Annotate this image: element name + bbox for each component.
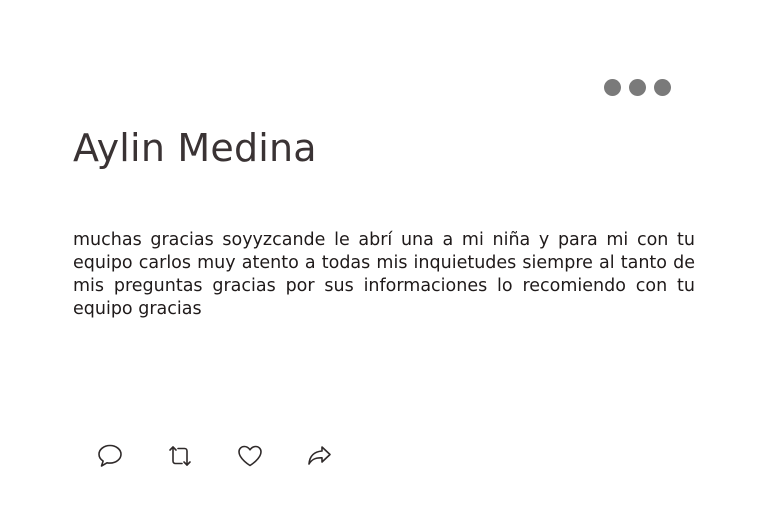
- heart-icon: [238, 445, 262, 467]
- comment-button[interactable]: [92, 438, 128, 474]
- retweet-button[interactable]: [162, 438, 198, 474]
- share-button[interactable]: [302, 438, 338, 474]
- ellipsis-icon: [654, 78, 671, 96]
- ellipsis-icon: [604, 78, 621, 96]
- action-bar: [92, 438, 338, 474]
- review-card: Aylin Medina muchas gracias soyyzcande l…: [0, 0, 768, 530]
- comment-icon: [98, 444, 122, 467]
- more-options-button[interactable]: [604, 77, 678, 97]
- share-icon: [308, 446, 331, 465]
- author-name: Aylin Medina: [73, 126, 317, 170]
- ellipsis-icon: [629, 78, 646, 96]
- retweet-icon: [169, 446, 191, 466]
- review-text: muchas gracias soyyzcande le abrí una a …: [73, 230, 695, 319]
- like-button[interactable]: [232, 438, 268, 474]
